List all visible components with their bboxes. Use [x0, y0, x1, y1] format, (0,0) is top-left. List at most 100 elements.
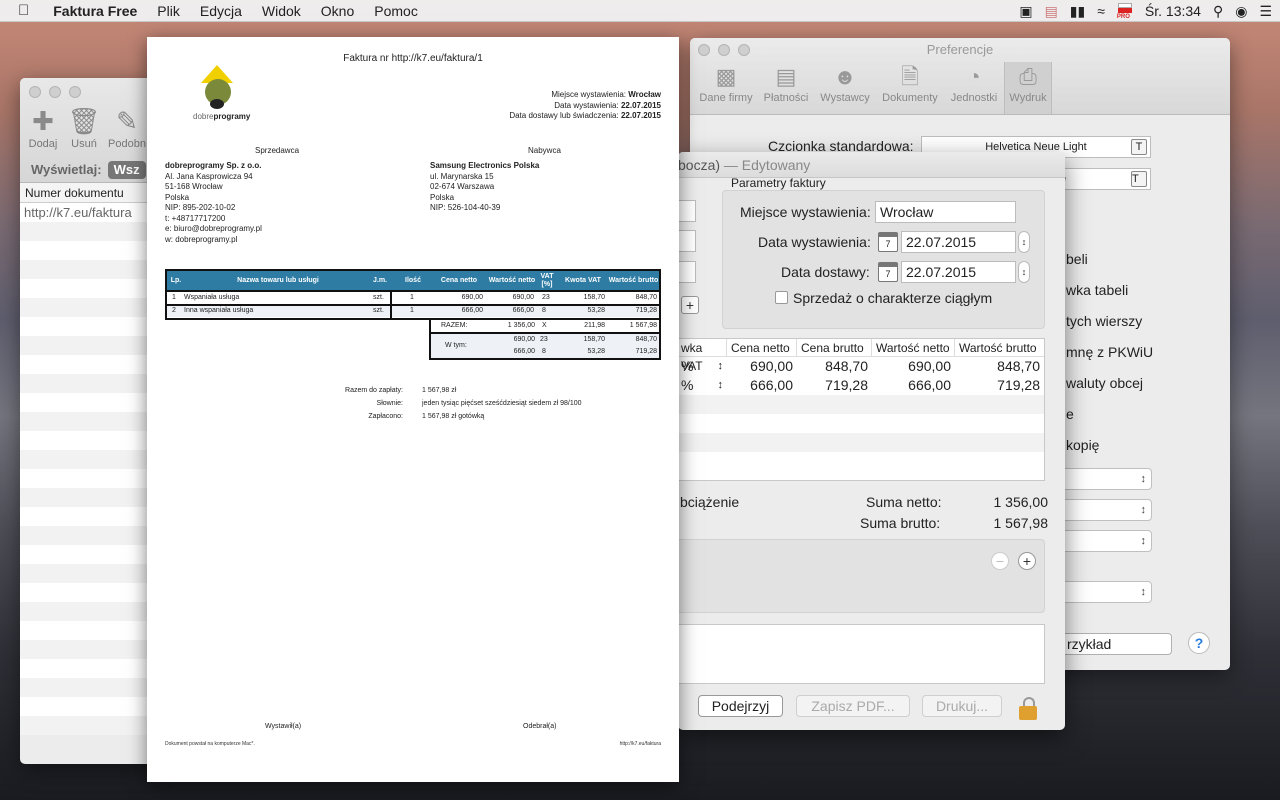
spotlight-search-icon[interactable]: ⚲	[1213, 0, 1223, 22]
tab-units[interactable]: ◔ Jednostki	[944, 62, 1004, 114]
tab-documents[interactable]: 🗎 Dokumenty	[876, 62, 944, 114]
document-list: http://k7.eu/faktura	[20, 203, 160, 735]
col-net-value[interactable]: Wartość netto	[872, 339, 955, 356]
plus-doc-icon: ✚	[32, 106, 54, 136]
field-left-1[interactable]	[678, 200, 696, 222]
field-left-3[interactable]	[678, 261, 696, 283]
help-button[interactable]: ?	[1188, 632, 1210, 654]
language-flag-icon[interactable]: PRO	[1117, 1, 1133, 21]
col-net-price[interactable]: Cena netto	[727, 339, 797, 356]
calendar-icon[interactable]: 7	[878, 262, 898, 282]
issue-date-input[interactable]: 22.07.2015	[901, 231, 1016, 253]
col-vat-rate: VAT [%]	[540, 272, 554, 288]
menu-bar:  Faktura Free Plik Edycja Widok Okno Po…	[0, 0, 1280, 22]
menu-app-name[interactable]: Faktura Free	[43, 0, 147, 22]
chevron-updown-icon[interactable]: ↕	[718, 376, 724, 395]
popup-select-3[interactable]: ↕	[1060, 530, 1152, 552]
delivery-date-stepper[interactable]: ↕	[1018, 261, 1030, 283]
item-lp: 2	[172, 307, 176, 314]
buyer-line: NIP: 526-104-40-39	[430, 203, 501, 212]
close-window-button[interactable]	[29, 86, 41, 98]
battery-icon[interactable]: ▮▮	[1070, 0, 1085, 22]
preview-button[interactable]: Podejrzyj	[698, 695, 783, 717]
filter-bar: Wyświetlaj: Wsz	[20, 158, 160, 182]
issue-date-stepper[interactable]: ↕	[1018, 231, 1030, 253]
add-item-button[interactable]: +	[681, 296, 699, 314]
option-copy-label: kopię	[1066, 437, 1100, 453]
menu-pomoc[interactable]: Pomoc	[364, 0, 428, 22]
clipboard-status-icon[interactable]: ▤	[1045, 0, 1058, 22]
seller-line: 51-168 Wrocław	[165, 182, 223, 191]
apple-menu-icon[interactable]: 	[0, 0, 43, 22]
col-gross-price[interactable]: Cena brutto	[797, 339, 872, 356]
font-picker-icon[interactable]: T	[1131, 171, 1147, 187]
wallet-icon: ▤	[775, 64, 797, 89]
footer-url: http://k7.eu/faktura	[619, 741, 661, 747]
chevron-updown-icon: ↕	[1140, 473, 1147, 485]
menu-edycja[interactable]: Edycja	[190, 0, 252, 22]
list-item[interactable]: http://k7.eu/faktura	[20, 203, 160, 222]
font-picker-icon[interactable]: T	[1131, 139, 1147, 155]
words-label: Słownie:	[376, 400, 403, 407]
editor-title-bar: bocza) — Edytowany	[678, 152, 1065, 178]
wifi-icon[interactable]: ≈	[1097, 0, 1105, 22]
calendar-icon[interactable]: 7	[878, 232, 898, 252]
items-table[interactable]: wka VAT Cena netto Cena brutto Wartość n…	[678, 338, 1045, 481]
col-vat[interactable]: wka VAT	[678, 339, 727, 373]
dobreprogramy-logo: dobreprogramy	[191, 65, 251, 123]
tab-company-data[interactable]: ▩ Dane firmy	[694, 62, 758, 114]
sum-gross-value: 1 567,98	[993, 515, 1049, 531]
popup-select-1[interactable]: ↕	[1060, 468, 1152, 490]
add-payment-button[interactable]: +	[1018, 552, 1036, 570]
menu-plik[interactable]: Plik	[147, 0, 190, 22]
option-pkwiu-label: mnę z PKWiU	[1066, 344, 1154, 360]
field-left-2[interactable]	[678, 230, 696, 252]
issue-date-label: Data wystawienia:	[758, 234, 871, 250]
filter-all-button[interactable]: Wsz	[107, 161, 146, 179]
lock-icon[interactable]	[1019, 697, 1037, 721]
document-list-toolbar: ✚ Dodaj 🗑 Usuń ✎ Podobn Wyświetlaj: Wsz	[20, 78, 160, 183]
pro-badge: PRO	[1116, 14, 1130, 20]
edited-status: — Edytowany	[723, 157, 811, 173]
window-list-icon[interactable]: ▣	[1019, 0, 1032, 22]
vat-cell: %	[681, 358, 694, 374]
chevron-updown-icon[interactable]: ↕	[718, 357, 724, 376]
notification-center-icon[interactable]: ☰	[1259, 0, 1272, 22]
similar-document-button[interactable]: ✎ Podobn	[108, 104, 146, 150]
print-button[interactable]: Drukuj...	[922, 695, 1002, 717]
popup-select-4[interactable]: ↕	[1060, 581, 1152, 603]
tab-label: Płatności	[763, 92, 809, 104]
buyer-heading: Nabywca	[528, 146, 561, 155]
seller-line: w: dobreprogramy.pl	[165, 234, 238, 244]
place-label: Miejsce wystawienia:	[740, 204, 871, 220]
zoom-window-button[interactable]	[69, 86, 81, 98]
add-document-button[interactable]: ✚ Dodaj	[24, 104, 62, 150]
payment-labels: Razem do zapłaty: Słownie: Zapłacono:	[277, 384, 403, 423]
user-icon[interactable]: ◉	[1235, 0, 1247, 22]
table-row[interactable]: % ↕ 690,00 848,70 690,00 848,70	[678, 357, 1044, 376]
col-gross-value[interactable]: Wartość brutto	[955, 339, 1044, 356]
notes-textarea[interactable]	[678, 624, 1045, 684]
popup-select-2[interactable]: ↕	[1060, 499, 1152, 521]
continuous-sale-checkbox[interactable]	[775, 291, 788, 304]
remove-payment-button[interactable]: −	[991, 552, 1009, 570]
save-pdf-button[interactable]: Zapisz PDF...	[796, 695, 910, 717]
delete-document-button[interactable]: 🗑 Usuń	[65, 104, 103, 150]
invoice-parameters-title: Parametry faktury	[731, 176, 826, 190]
place-input[interactable]: Wrocław	[875, 201, 1016, 223]
breakdown-vat: 8	[542, 348, 546, 355]
item-gross: 848,70	[635, 294, 657, 301]
delivery-date-input[interactable]: 22.07.2015	[901, 261, 1016, 283]
menu-widok[interactable]: Widok	[252, 0, 311, 22]
tab-print[interactable]: ⎙ Wydruk	[1004, 62, 1052, 114]
table-row[interactable]: % ↕ 666,00 719,28 666,00 719,28	[678, 376, 1044, 395]
column-header-document-number[interactable]: Numer dokumentu	[20, 183, 160, 203]
tab-payments[interactable]: ▤ Płatności	[758, 62, 814, 114]
col-lp: Lp.	[170, 276, 182, 284]
total-vat-amount: 211,98	[584, 322, 605, 329]
minimize-window-button[interactable]	[49, 86, 61, 98]
tab-issuers[interactable]: ☻ Wystawcy	[814, 62, 876, 114]
example-button[interactable]: rzykład	[1060, 633, 1172, 655]
menu-okno[interactable]: Okno	[311, 0, 364, 22]
clock[interactable]: Śr. 13:34	[1145, 3, 1201, 19]
